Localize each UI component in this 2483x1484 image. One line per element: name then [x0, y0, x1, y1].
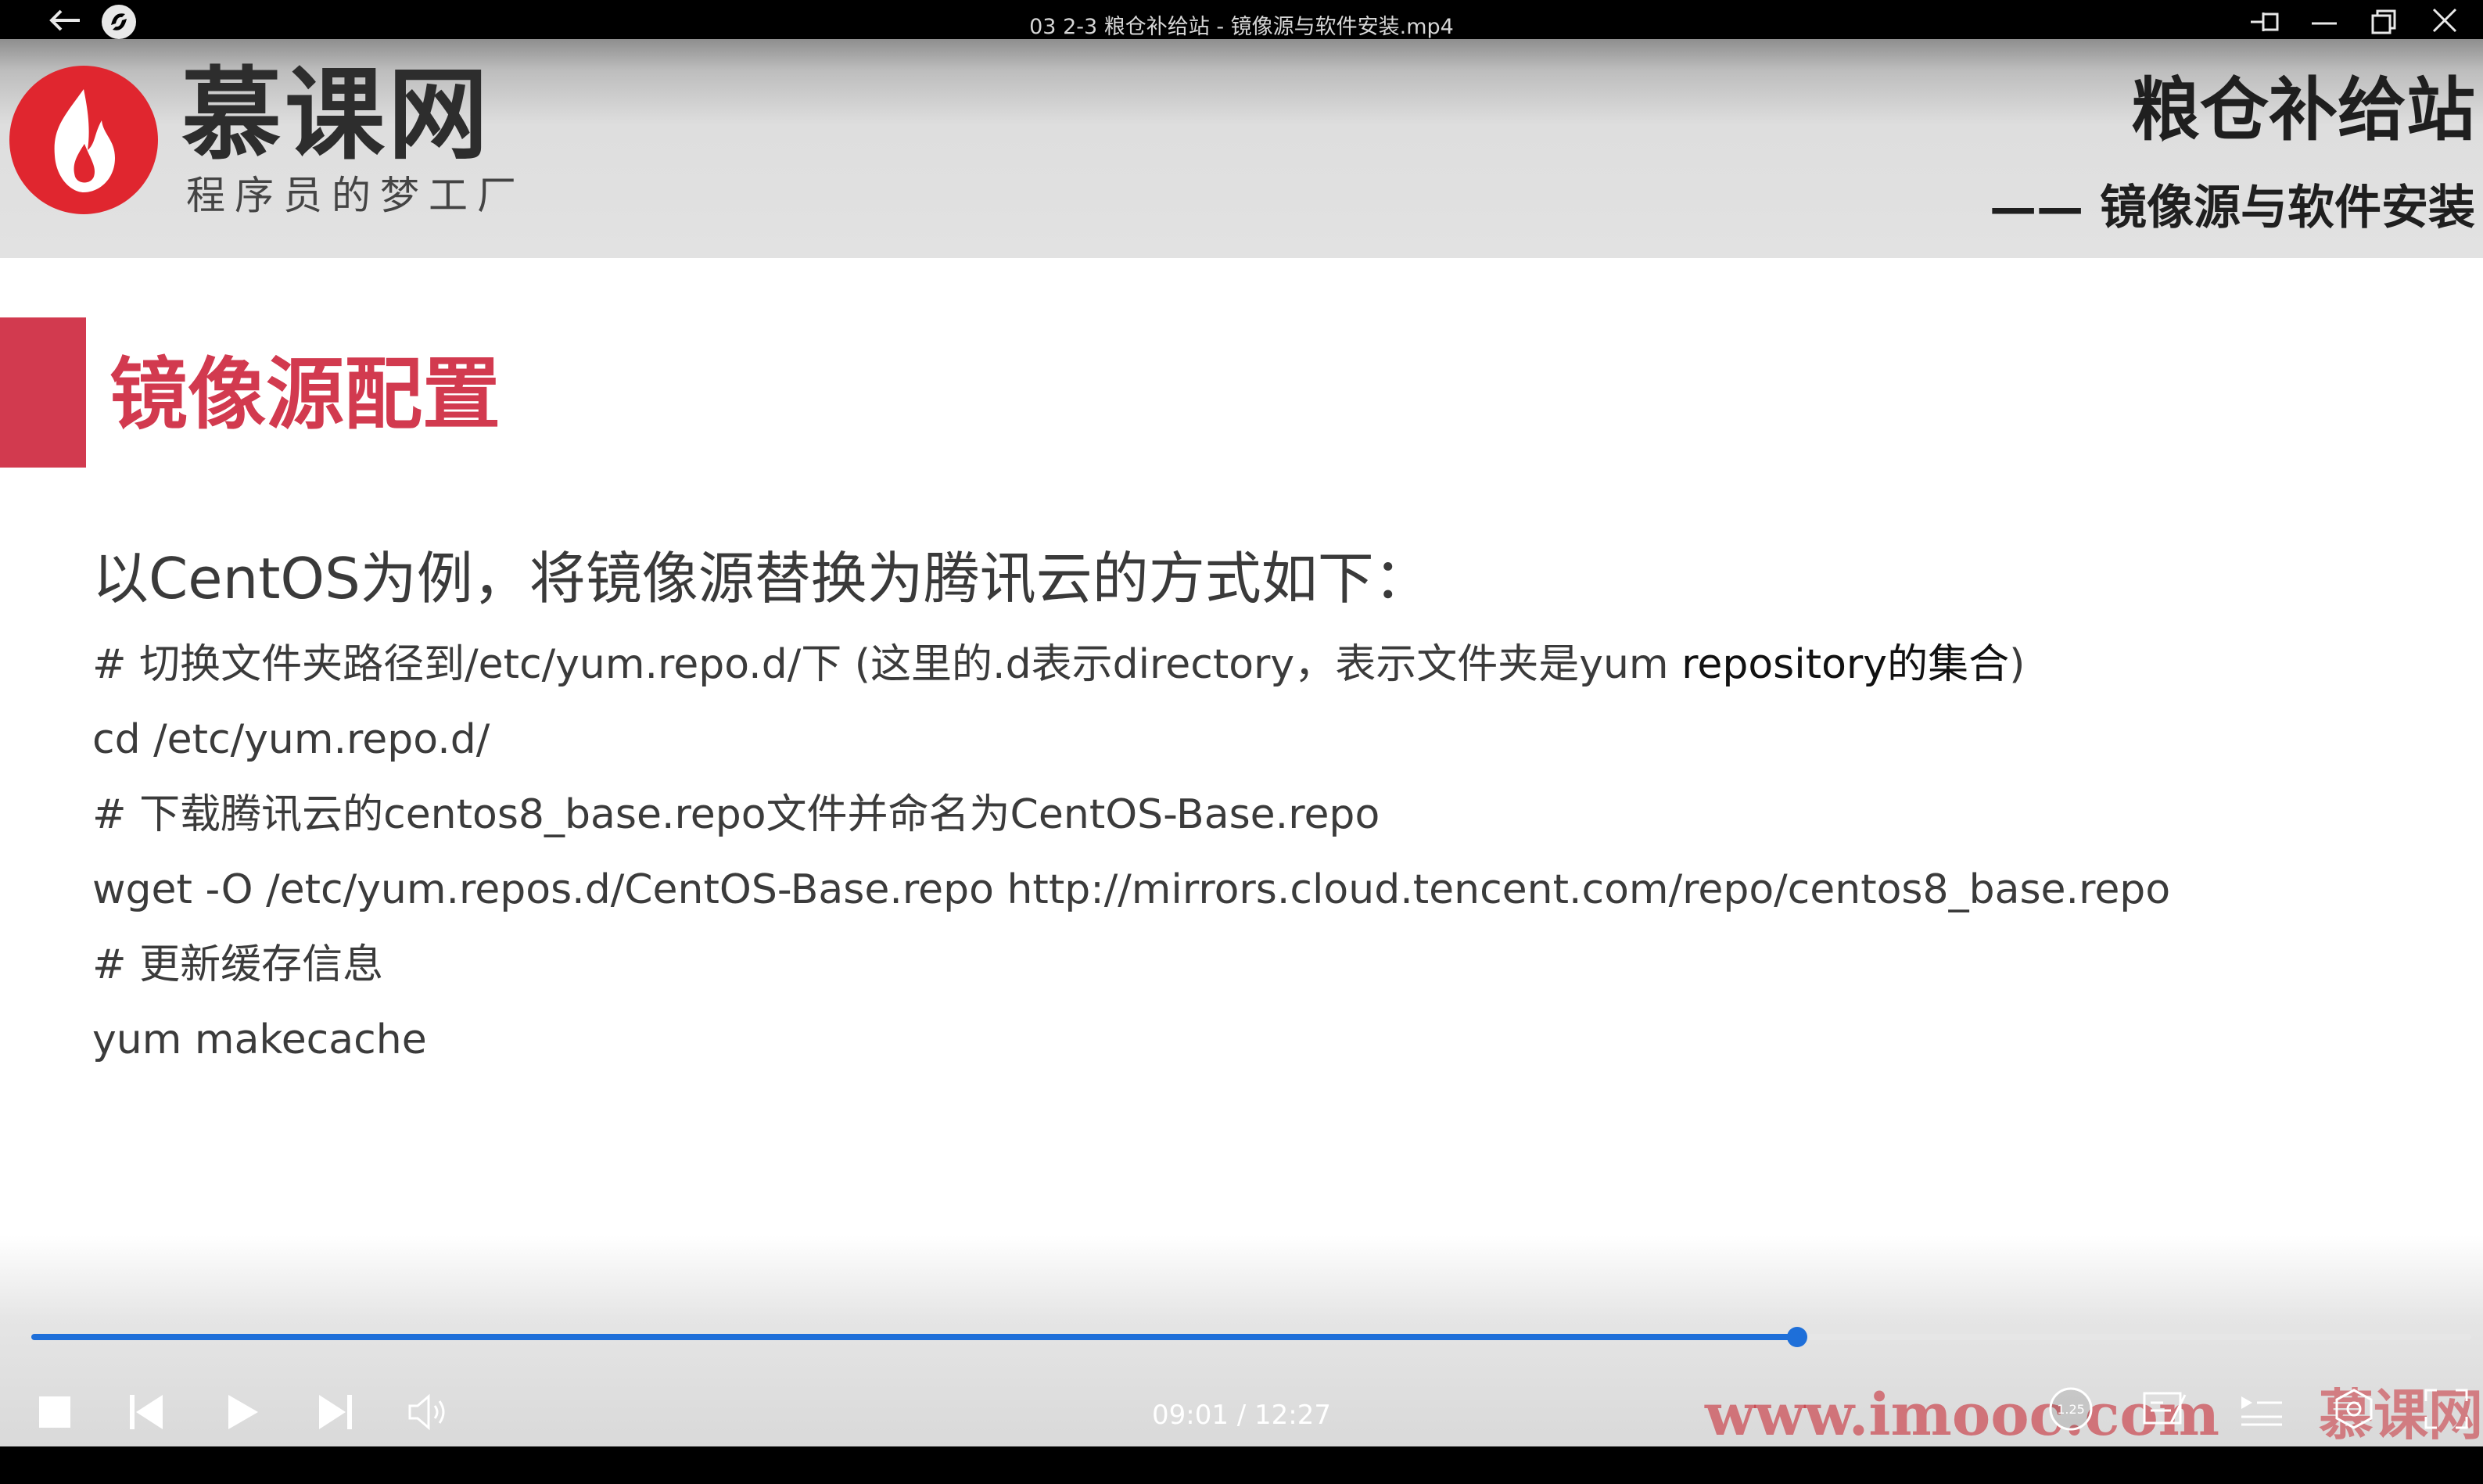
total-duration: 12:27	[1254, 1400, 1332, 1431]
code-comment-switch-dir: # 切换文件夹路径到/etc/yum.repo.d/下 (这里的.d表示dire…	[92, 633, 2025, 696]
speed-label: 1.25	[2057, 1402, 2085, 1417]
time-separator: /	[1228, 1400, 1255, 1431]
restore-icon[interactable]	[2366, 6, 2401, 41]
subtitle-icon[interactable]	[2140, 1385, 2190, 1436]
pin-icon[interactable]	[2246, 6, 2285, 41]
code-wget-command: wget -O /etc/yum.repos.d/CentOS-Base.rep…	[92, 866, 2171, 913]
brand-slogan: 程序员的梦工厂	[186, 173, 526, 218]
flame-icon	[54, 89, 115, 192]
window-titlebar: 03 2-3 粮仓补给站 - 镜像源与软件安装.mp4	[0, 0, 2483, 39]
code-comment-cache: # 更新缓存信息	[92, 941, 384, 988]
code-makecache-command: yum makecache	[92, 1016, 427, 1063]
playlist-icon[interactable]	[2237, 1385, 2287, 1436]
progress-handle[interactable]	[1786, 1327, 1807, 1347]
section-title: 镜像源配置	[109, 349, 501, 440]
close-icon[interactable]	[2427, 6, 2462, 41]
brand-name: 慕课网	[181, 56, 492, 174]
code-comment-part: # 切换文件夹路径到/etc/yum.repo.d/下 (这里的.d表示dire…	[92, 641, 1682, 688]
section-accent-bar	[0, 317, 86, 468]
fullscreen-icon[interactable]	[2421, 1385, 2471, 1436]
window-bottom-edge	[0, 1446, 2483, 1484]
imooc-logo	[9, 66, 158, 214]
course-title: 粮仓补给站	[2130, 70, 2475, 150]
elapsed-time: 09:01	[1151, 1400, 1229, 1431]
progress-played	[31, 1334, 1797, 1340]
progress-bar[interactable]	[31, 1327, 2471, 1347]
settings-icon[interactable]	[2329, 1385, 2379, 1436]
code-cd-command: cd /etc/yum.repo.d/	[92, 716, 490, 763]
course-subtitle: —— 镜像源与软件安装	[1990, 181, 2475, 235]
code-comment-download: # 下载腾讯云的centos8_base.repo文件并命名为CentOS-Ba…	[92, 791, 1380, 838]
speed-icon[interactable]: 1.25	[2046, 1384, 2096, 1437]
minimize-icon[interactable]	[2307, 6, 2341, 41]
intro-text: 以CentOS为例，将镜像源替换为腾讯云的方式如下：	[92, 546, 1430, 611]
code-comment-close: )	[2009, 641, 2026, 688]
code-comment-emphasis: repository的集合	[1681, 641, 2010, 688]
